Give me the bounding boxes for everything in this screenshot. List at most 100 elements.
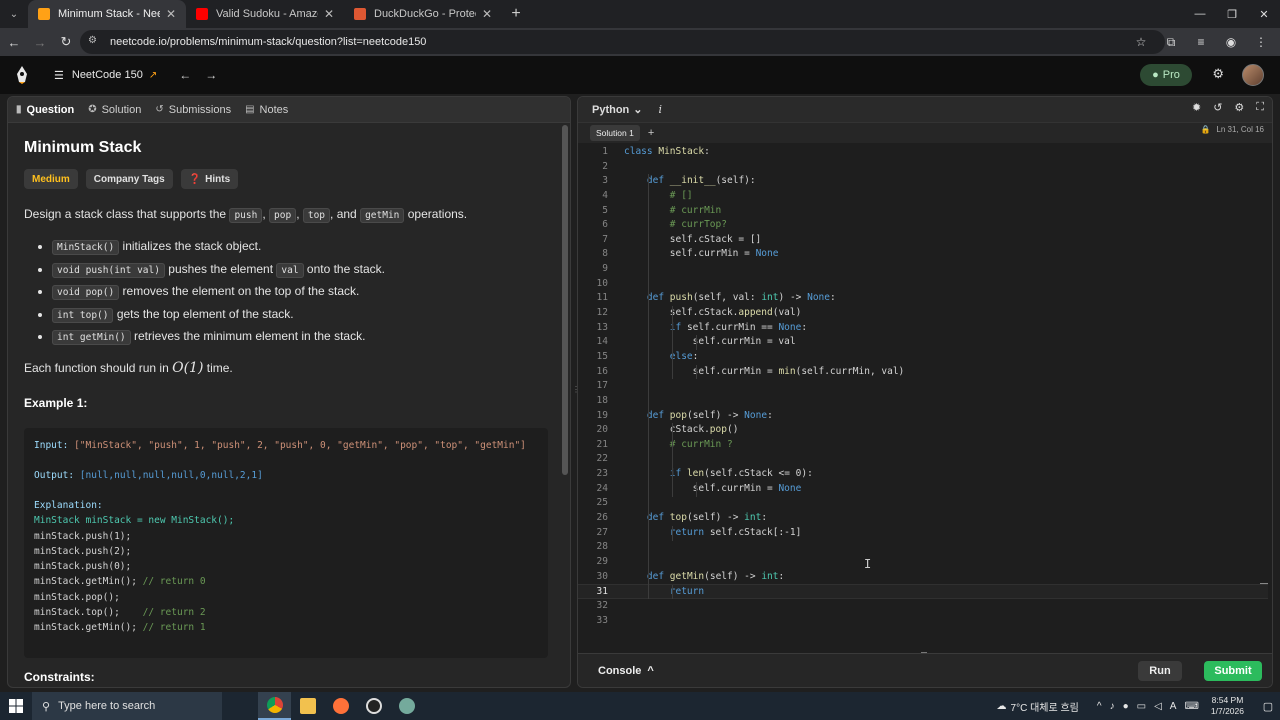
submit-button[interactable]: Submit — [1204, 661, 1262, 681]
ime-icon[interactable]: A — [1170, 701, 1177, 712]
reload-icon[interactable]: ↻ — [54, 30, 78, 54]
extensions-icon[interactable]: ⧉ — [1156, 30, 1186, 54]
keyboard-icon[interactable]: ⌨ — [1184, 701, 1198, 712]
code-line[interactable]: 24 self.currMin = None — [578, 482, 1268, 497]
tab-solution[interactable]: ✪ Solution — [88, 104, 141, 116]
tab-notes[interactable]: ▤ Notes — [245, 104, 288, 116]
tab-solution-1[interactable]: Solution 1 — [590, 125, 640, 141]
next-problem-icon[interactable]: → — [205, 68, 217, 82]
network-icon[interactable]: ▭ — [1137, 701, 1146, 712]
code-line[interactable]: 33 — [578, 614, 1268, 629]
tab-search-icon[interactable]: ⌄ — [0, 0, 28, 28]
restore-icon[interactable]: ❐ — [1216, 0, 1248, 28]
new-tab-button[interactable]: + — [502, 0, 530, 28]
tab-question[interactable]: ▮ Question — [16, 104, 74, 116]
close-tab-icon[interactable]: ✕ — [166, 7, 176, 21]
code-line[interactable]: 19 def pop(self) -> None: — [578, 409, 1268, 424]
volume-icon[interactable]: ♪ — [1110, 701, 1115, 712]
code-line[interactable]: 8 self.currMin = None — [578, 247, 1268, 262]
browser-tab[interactable]: Valid Sudoku - Amazon Intervie ✕ — [186, 0, 344, 28]
code-line[interactable]: 30 def getMin(self) -> int: — [578, 570, 1268, 585]
back-icon[interactable]: ← — [2, 30, 26, 54]
weather-widget[interactable]: ☁ 7°C 대체로 흐림 — [997, 699, 1079, 714]
code-line[interactable]: 21 # currMin ? — [578, 438, 1268, 453]
add-solution-icon[interactable]: + — [648, 127, 654, 139]
notifications-icon[interactable]: ▢ — [1256, 700, 1280, 713]
code-line[interactable]: 2 — [578, 160, 1268, 175]
chevron-up-icon[interactable]: ^ — [1097, 701, 1102, 712]
code-line[interactable]: 31 return — [578, 584, 1268, 599]
code-line[interactable]: 29 — [578, 555, 1268, 570]
code-line[interactable]: 14 self.currMin = val — [578, 335, 1268, 350]
profile-icon[interactable]: ◉ — [1216, 30, 1246, 54]
code-line[interactable]: 7 self.cStack = [] — [578, 233, 1268, 248]
code-line[interactable]: 9 — [578, 262, 1268, 277]
code-line[interactable]: 27 return self.cStack[:-1] — [578, 526, 1268, 541]
browser-menu-icon[interactable]: ⋮ — [1246, 30, 1276, 54]
app-taskbar-icon[interactable] — [357, 692, 390, 720]
windows-start-icon[interactable] — [0, 692, 32, 720]
microphone-icon[interactable]: ● — [1123, 701, 1129, 712]
fullscreen-icon[interactable]: ⛶ — [1256, 101, 1264, 114]
console-toggle[interactable]: Console ^ — [598, 665, 654, 677]
debug-bug-icon[interactable]: ✹ — [1192, 101, 1201, 114]
code-line[interactable]: 22 — [578, 452, 1268, 467]
bookmark-star-icon[interactable]: ☆ — [1126, 30, 1156, 54]
info-icon[interactable]: i — [659, 103, 663, 116]
code-line[interactable]: 13 if self.currMin == None: — [578, 321, 1268, 336]
minimize-icon[interactable]: — — [1184, 0, 1216, 28]
tab-submissions[interactable]: ↺ Submissions — [155, 104, 231, 116]
speaker-icon[interactable]: ◁ — [1154, 701, 1162, 712]
avatar[interactable] — [1242, 64, 1264, 86]
language-select[interactable]: Python ⌄ — [592, 103, 643, 117]
panel-resize-handle[interactable]: ⋮ — [572, 385, 580, 397]
code-line[interactable]: 26 def top(self) -> int: — [578, 511, 1268, 526]
media-icon[interactable]: ≡ — [1186, 30, 1216, 54]
browser-tab[interactable]: DuckDuckGo - Protection. Priva ✕ — [344, 0, 502, 28]
taskbar-search-input[interactable]: ⚲ Type here to search — [32, 692, 222, 720]
run-button[interactable]: Run — [1138, 661, 1182, 681]
code-line[interactable]: 16 self.currMin = min(self.currMin, val) — [578, 365, 1268, 380]
url-input[interactable]: ⚙ neetcode.io/problems/minimum-stack/que… — [80, 30, 1165, 54]
reset-icon[interactable]: ↺ — [1213, 101, 1222, 114]
code-line[interactable]: 10 — [578, 277, 1268, 292]
close-tab-icon[interactable]: ✕ — [324, 7, 334, 21]
code-line[interactable]: 5 # currMin — [578, 204, 1268, 219]
code-area[interactable]: 1 class MinStack: 2 3 def __init__(self): 4 … — [578, 145, 1268, 650]
clock[interactable]: 8:54 PM 1/7/2026 — [1211, 695, 1244, 717]
pro-button[interactable]: ● Pro — [1140, 64, 1192, 86]
chatgpt-taskbar-icon[interactable] — [390, 692, 423, 720]
browser-tab[interactable]: Minimum Stack - NeetCode ✕ — [28, 0, 186, 28]
code-line[interactable]: 4 # [] — [578, 189, 1268, 204]
firefox-icon[interactable] — [324, 692, 357, 720]
close-window-icon[interactable]: ✕ — [1248, 0, 1280, 28]
code-line[interactable]: 28 — [578, 540, 1268, 555]
neetcode-logo-icon[interactable] — [14, 66, 30, 84]
file-explorer-icon[interactable] — [291, 692, 324, 720]
code-line[interactable]: 18 — [578, 394, 1268, 409]
settings-gear-icon[interactable]: ⚙ — [1212, 66, 1224, 82]
tab-title: Minimum Stack - NeetCode — [58, 8, 160, 20]
forward-icon[interactable]: → — [28, 30, 52, 54]
problem-list-link[interactable]: ☰ NeetCode 150 ↗ — [54, 69, 157, 82]
code-line[interactable]: 3 def __init__(self): — [578, 174, 1268, 189]
chrome-taskbar-icon[interactable] — [258, 692, 291, 720]
code-text: self.cStack.append(val) — [624, 307, 802, 319]
close-tab-icon[interactable]: ✕ — [482, 7, 492, 21]
problem-scrollbar[interactable] — [562, 125, 568, 475]
code-line[interactable]: 17 — [578, 379, 1268, 394]
previous-problem-icon[interactable]: ← — [179, 68, 191, 82]
site-info-icon[interactable]: ⚙ — [88, 35, 102, 49]
code-line[interactable]: 6 # currTop? — [578, 218, 1268, 233]
code-line[interactable]: 23 if len(self.cStack <= 0): — [578, 467, 1268, 482]
code-line[interactable]: 20 cStack.pop() — [578, 423, 1268, 438]
code-line[interactable]: 11 def push(self, val: int) -> None: — [578, 291, 1268, 306]
code-line[interactable]: 25 — [578, 496, 1268, 511]
hints-button[interactable]: ❓ Hints — [180, 169, 239, 189]
code-line[interactable]: 12 self.cStack.append(val) — [578, 306, 1268, 321]
code-line[interactable]: 1 class MinStack: — [578, 145, 1268, 160]
editor-settings-icon[interactable]: ⚙ — [1234, 101, 1244, 114]
company-tags-button[interactable]: Company Tags — [85, 169, 173, 189]
code-line[interactable]: 32 — [578, 599, 1268, 614]
code-line[interactable]: 15 else: — [578, 350, 1268, 365]
